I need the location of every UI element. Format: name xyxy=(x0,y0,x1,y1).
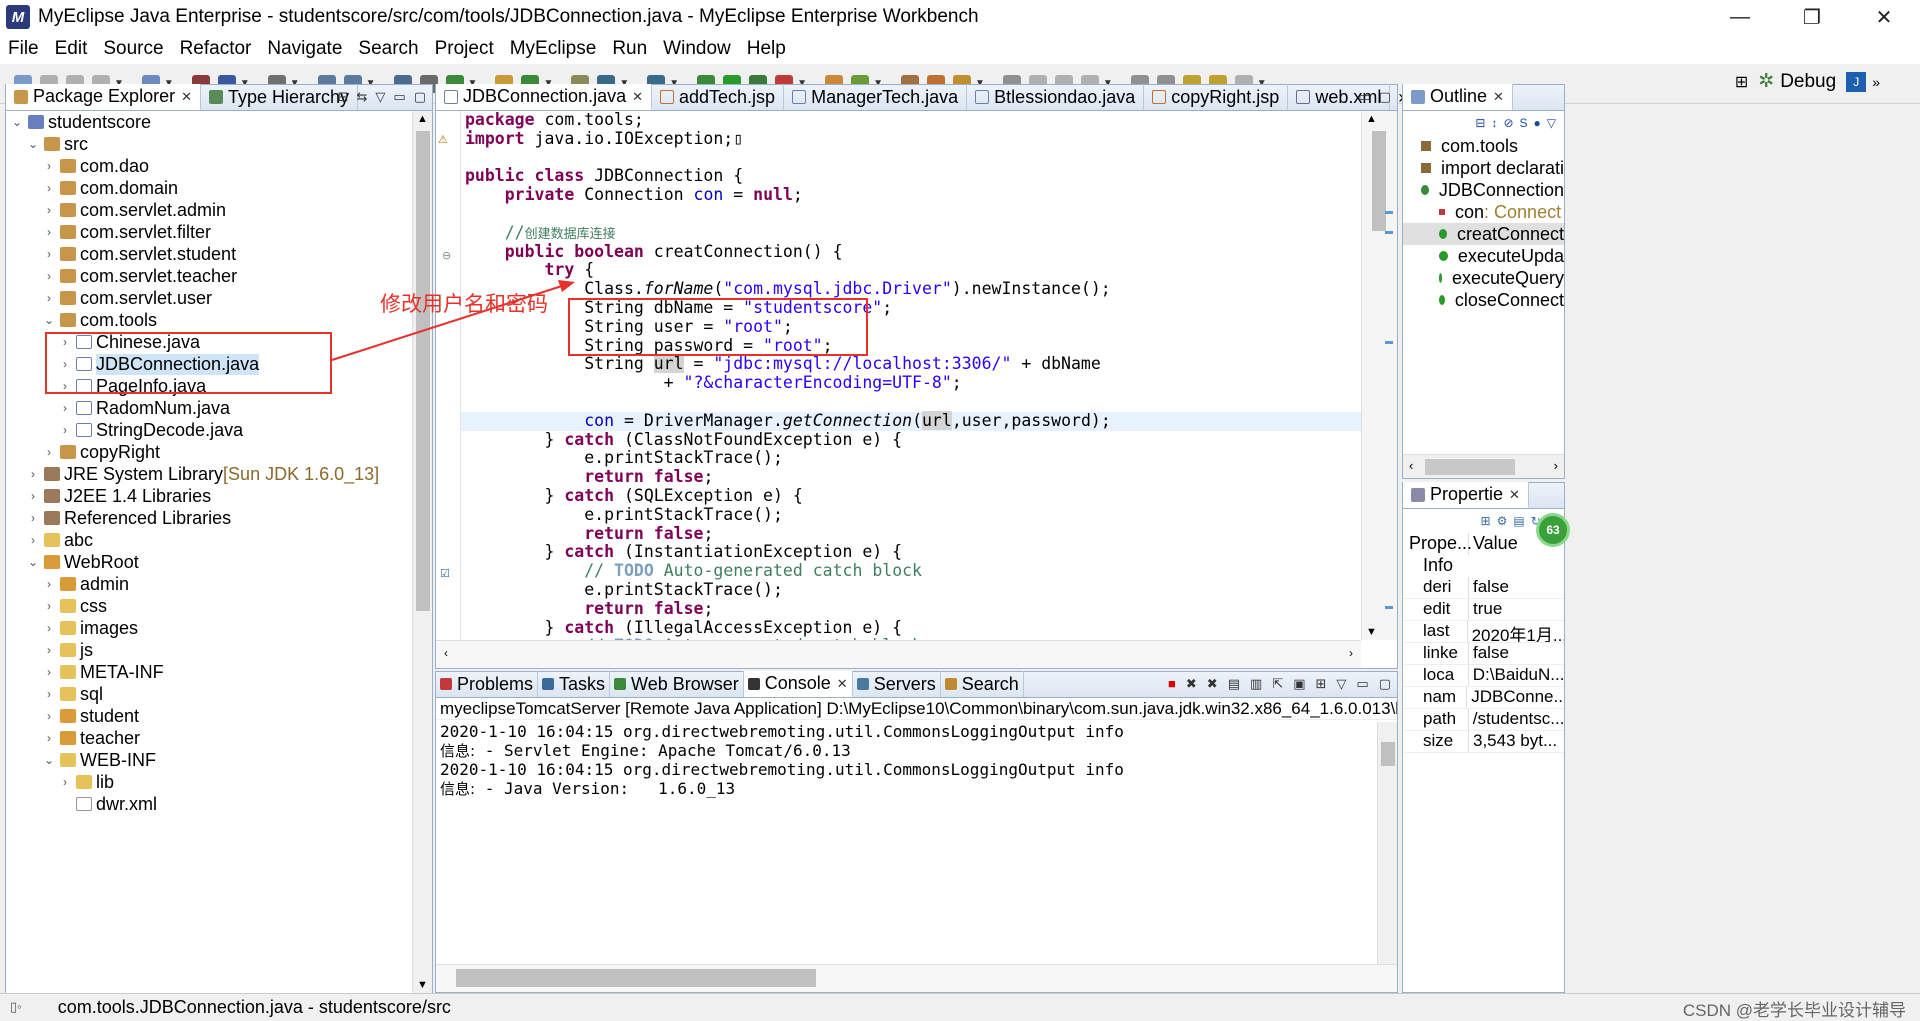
watermark: CSDN @老学长毕业设计辅导 xyxy=(1682,1001,1906,1020)
status-icon: ▯◦ xyxy=(10,999,22,1014)
status-text: com.tools.JDBConnection.java - studentsc… xyxy=(57,996,451,1017)
status-bar: ▯◦ com.tools.JDBConnection.java - studen… xyxy=(0,993,1920,1020)
annotation-arrow xyxy=(331,280,575,361)
